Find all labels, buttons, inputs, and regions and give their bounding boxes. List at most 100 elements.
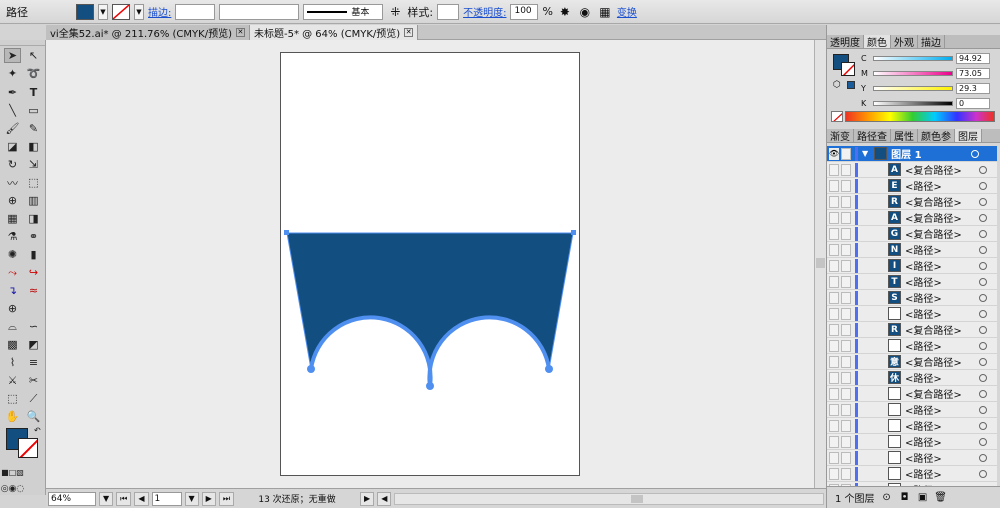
scissors-tool-icon[interactable]: ✂	[25, 373, 42, 388]
tab-appearance[interactable]: 外观	[891, 35, 918, 49]
target-circle-icon[interactable]	[971, 149, 980, 158]
panel-stroke-swatch[interactable]	[841, 62, 855, 76]
lock-toggle[interactable]	[841, 451, 851, 464]
warp-tool-icon[interactable]: 〰	[4, 175, 21, 190]
lock-toggle[interactable]	[841, 275, 851, 288]
artboard[interactable]	[280, 52, 580, 476]
lock-toggle[interactable]	[841, 403, 851, 416]
target-circle-icon[interactable]	[979, 469, 987, 478]
anchor-point[interactable]	[426, 382, 434, 390]
k-value[interactable]: 0	[956, 98, 990, 109]
cube-icon[interactable]: ⬡	[833, 80, 841, 90]
item-name[interactable]: <复合路径>	[905, 162, 975, 177]
visibility-toggle[interactable]	[829, 275, 839, 288]
tab-transparency[interactable]: 透明度	[827, 35, 864, 49]
target-icon[interactable]: ⊕	[4, 301, 21, 316]
mesh-point-icon[interactable]: ◩	[25, 337, 42, 352]
anchor-point[interactable]	[284, 230, 289, 235]
y-value[interactable]: 29.3	[956, 83, 990, 94]
last-artboard-button[interactable]: ⏭	[218, 491, 235, 506]
artboard-dropdown[interactable]: ▼	[184, 491, 199, 506]
type-tool-icon[interactable]: T	[25, 85, 42, 100]
line-tool-icon[interactable]: ╲	[4, 103, 21, 118]
layer-item-row[interactable]: <路径>	[827, 418, 997, 434]
target-circle-icon[interactable]	[979, 357, 987, 366]
scrollbar-thumb[interactable]	[631, 494, 644, 503]
layer-row-top[interactable]: 👁 ▼ 图层 1	[827, 146, 997, 162]
item-name[interactable]: <路径>	[905, 242, 975, 257]
anchor-point[interactable]	[545, 365, 553, 373]
target-circle-icon[interactable]	[979, 181, 987, 190]
fill-dropdown[interactable]: ▼	[98, 3, 108, 20]
item-name[interactable]: <路径>	[905, 178, 975, 193]
lock-toggle[interactable]	[841, 147, 851, 160]
locate-object-icon[interactable]: ⊙	[881, 492, 893, 504]
color-spectrum[interactable]	[845, 111, 995, 122]
path-join-icon[interactable]: ↴	[4, 283, 21, 298]
path-smooth-icon[interactable]: ≈	[25, 283, 42, 298]
anchor-convert-icon[interactable]: ↪	[25, 265, 42, 280]
y-track[interactable]	[873, 86, 953, 91]
tab-layers[interactable]: 图层	[955, 129, 982, 143]
lock-toggle[interactable]	[841, 355, 851, 368]
web-safe-swatch[interactable]	[847, 81, 855, 89]
item-name[interactable]: <路径>	[905, 290, 975, 305]
close-icon[interactable]: ✕	[404, 28, 414, 37]
align-icon[interactable]: ⁜	[387, 4, 403, 20]
stroke-box[interactable]	[18, 438, 38, 458]
target-circle-icon[interactable]	[979, 277, 987, 286]
rectangle-tool-icon[interactable]: ▭	[25, 103, 42, 118]
next-artboard-button[interactable]: ▶	[201, 491, 216, 506]
eyedropper-tool-icon[interactable]: ⚗	[4, 229, 21, 244]
layer-item-row[interactable]: S <路径>	[827, 290, 997, 306]
direct-selection-tool-icon[interactable]: ↖	[25, 48, 42, 63]
selection-tool-icon[interactable]: ➤	[4, 48, 21, 63]
lock-toggle[interactable]	[841, 387, 851, 400]
visibility-toggle[interactable]	[829, 435, 839, 448]
tab-untitled-5[interactable]: 未标题-5* @ 64% (CMYK/预览) ✕	[249, 25, 419, 40]
target-circle-icon[interactable]	[979, 421, 987, 430]
layer-item-row[interactable]: A <复合路径>	[827, 162, 997, 178]
lock-toggle[interactable]	[841, 243, 851, 256]
tab-stroke[interactable]: 描边	[918, 35, 945, 49]
layer-item-row[interactable]: A <复合路径>	[827, 210, 997, 226]
lock-toggle[interactable]	[841, 259, 851, 272]
status-menu-button[interactable]: ▶	[360, 491, 375, 506]
visibility-toggle[interactable]	[829, 339, 839, 352]
stroke-dropdown[interactable]: ▼	[134, 3, 144, 20]
style-field[interactable]	[437, 3, 460, 20]
globe-icon[interactable]: ◉	[577, 4, 593, 20]
zoom-dropdown[interactable]: ▼	[99, 491, 114, 506]
stroke-link[interactable]: 描边:	[148, 4, 171, 19]
target-circle-icon[interactable]	[979, 389, 987, 398]
visibility-toggle[interactable]	[829, 211, 839, 224]
layer-item-row[interactable]: <复合路径>	[827, 386, 997, 402]
item-name[interactable]: <复合路径>	[905, 386, 975, 401]
path-eraser-icon[interactable]: ⌇	[4, 355, 21, 370]
recolor-icon[interactable]: ✸	[557, 4, 573, 20]
none-swatch[interactable]	[831, 111, 843, 122]
target-circle-icon[interactable]	[979, 293, 987, 302]
layer-item-row[interactable]: I <路径>	[827, 258, 997, 274]
visibility-toggle[interactable]	[829, 451, 839, 464]
visibility-toggle[interactable]	[829, 163, 839, 176]
tab-vi-collection[interactable]: vi全集52.ai* @ 211.76% (CMYK/预览) ✕	[46, 25, 250, 40]
target-circle-icon[interactable]	[979, 165, 987, 174]
expand-triangle-icon[interactable]: ▼	[862, 149, 868, 158]
lock-toggle[interactable]	[841, 179, 851, 192]
anchor-point[interactable]	[571, 230, 576, 235]
zoom-tool-icon[interactable]: 🔍	[25, 409, 42, 424]
transform-link[interactable]: 变换	[617, 4, 637, 19]
column-graph-tool-icon[interactable]: ▮	[25, 247, 42, 262]
prev-artboard-button[interactable]: ◀	[134, 491, 149, 506]
fill-swatch[interactable]	[76, 3, 94, 20]
item-name[interactable]: <复合路径>	[905, 354, 975, 369]
blend-tool-icon[interactable]: ⚭	[25, 229, 42, 244]
knife-tool-icon[interactable]: ⟋	[25, 391, 42, 406]
list-tool-icon[interactable]: ≡	[25, 355, 42, 370]
blob-brush-tool-icon[interactable]: ◪	[4, 139, 21, 154]
envelope-tool-icon[interactable]: ⌓	[4, 319, 21, 334]
gradient-tool-icon[interactable]: ◨	[25, 211, 42, 226]
delete-layer-icon[interactable]: 🗑	[934, 492, 947, 504]
fill-stroke-indicator[interactable]: ↶	[4, 426, 42, 460]
